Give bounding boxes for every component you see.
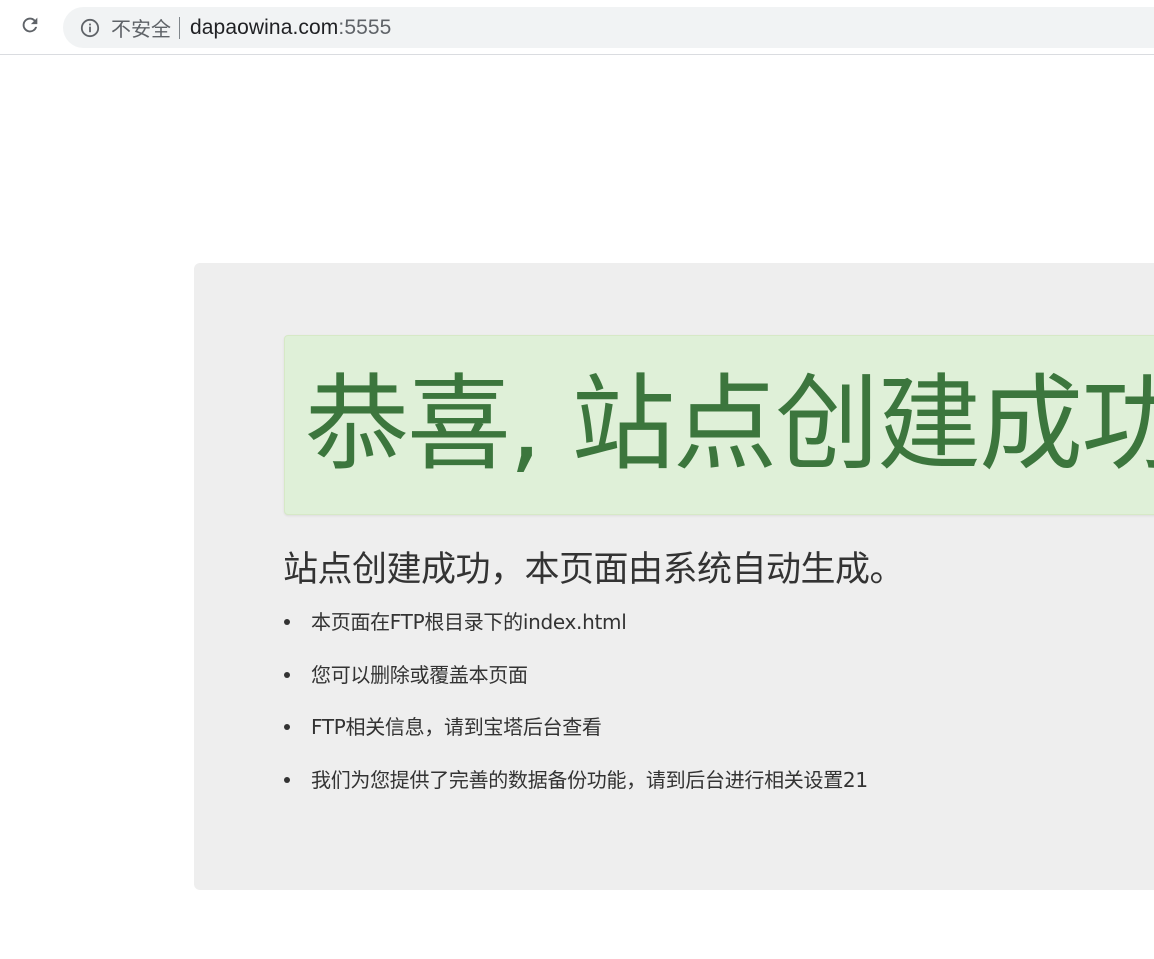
alert-title: 恭喜, 站点创建成功！ (305, 363, 1154, 485)
page-container: 恭喜, 站点创建成功！ 站点创建成功，本页面由系统自动生成。 本页面在FTP根目… (194, 263, 1154, 890)
bullet-icon (284, 776, 290, 783)
bullet-icon (284, 671, 290, 678)
list-item: 您可以删除或覆盖本页面 (283, 660, 868, 713)
address-bar[interactable]: 不安全 dapaowina.com:5555 (63, 7, 1154, 48)
list-item-text: FTP相关信息，请到宝塔后台查看 (311, 715, 602, 739)
url-port: :5555 (338, 15, 392, 39)
reload-button[interactable] (16, 13, 44, 41)
list-item-text: 本页面在FTP根目录下的index.html (311, 610, 627, 634)
success-alert: 恭喜, 站点创建成功！ (284, 335, 1154, 515)
list-item-text: 我们为您提供了完善的数据备份功能，请到后台进行相关设置21 (311, 767, 868, 792)
page-subtitle: 站点创建成功，本页面由系统自动生成。 (283, 550, 905, 590)
info-icon[interactable] (79, 17, 101, 39)
browser-toolbar: 不安全 dapaowina.com:5555 (0, 0, 1154, 55)
url-host: dapaowina.com (190, 15, 339, 39)
list-item: 我们为您提供了完善的数据备份功能，请到后台进行相关设置21 (283, 765, 868, 818)
url-text[interactable]: dapaowina.com:5555 (190, 16, 391, 40)
bullet-icon (284, 619, 290, 625)
info-list: 本页面在FTP根目录下的index.html 您可以删除或覆盖本页面 FTP相关… (283, 607, 868, 817)
reload-icon (19, 14, 41, 41)
address-divider (179, 16, 180, 39)
bullet-icon (284, 724, 290, 730)
security-status-label[interactable]: 不安全 (111, 13, 171, 42)
list-item-text: 您可以删除或覆盖本页面 (311, 662, 528, 687)
list-item: 本页面在FTP根目录下的index.html (283, 607, 868, 660)
list-item: FTP相关信息，请到宝塔后台查看 (283, 712, 868, 765)
